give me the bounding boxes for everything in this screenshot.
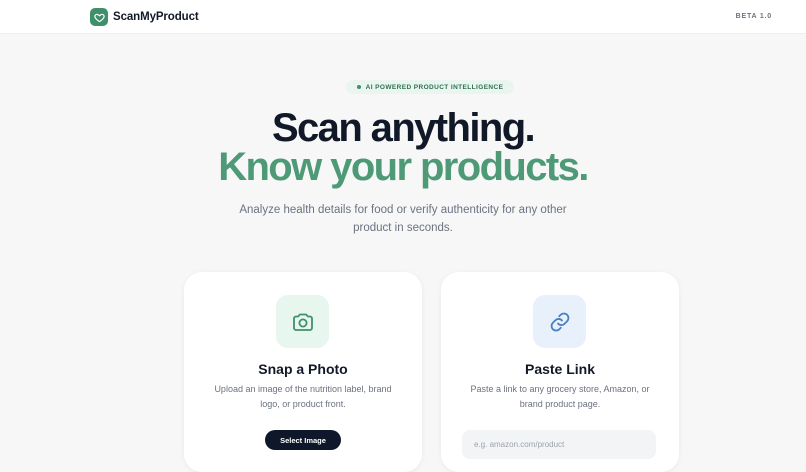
link-icon: [533, 295, 586, 348]
brand[interactable]: ScanMyProduct: [90, 8, 199, 26]
badge-text: AI POWERED PRODUCT INTELLIGENCE: [365, 83, 504, 91]
ai-badge: AI POWERED PRODUCT INTELLIGENCE: [346, 80, 514, 94]
paste-link-card: Paste Link Paste a link to any grocery s…: [441, 272, 679, 472]
card-description: Upload an image of the nutrition label, …: [214, 384, 392, 409]
headline-line-1: Scan anything.: [271, 106, 536, 150]
headline-line-2: Know your products.: [218, 145, 589, 189]
hero-subtitle: Analyze health details for food or verif…: [239, 204, 567, 234]
top-navigation-bar: ScanMyProduct BETA 1.0: [0, 0, 806, 34]
card-title: Snap a Photo: [258, 361, 348, 377]
brand-name: ScanMyProduct: [113, 11, 199, 23]
card-description: Paste a link to any grocery store, Amazo…: [470, 384, 650, 409]
snap-photo-card: Snap a Photo Upload an image of the nutr…: [184, 272, 422, 472]
product-link-input[interactable]: [462, 430, 656, 459]
heart-shield-icon: [90, 8, 108, 26]
camera-icon: [276, 295, 329, 348]
select-image-button[interactable]: Select Image: [265, 430, 341, 450]
card-title: Paste Link: [524, 361, 596, 377]
status-dot-icon: [356, 85, 361, 89]
version-label: BETA 1.0: [735, 13, 772, 20]
